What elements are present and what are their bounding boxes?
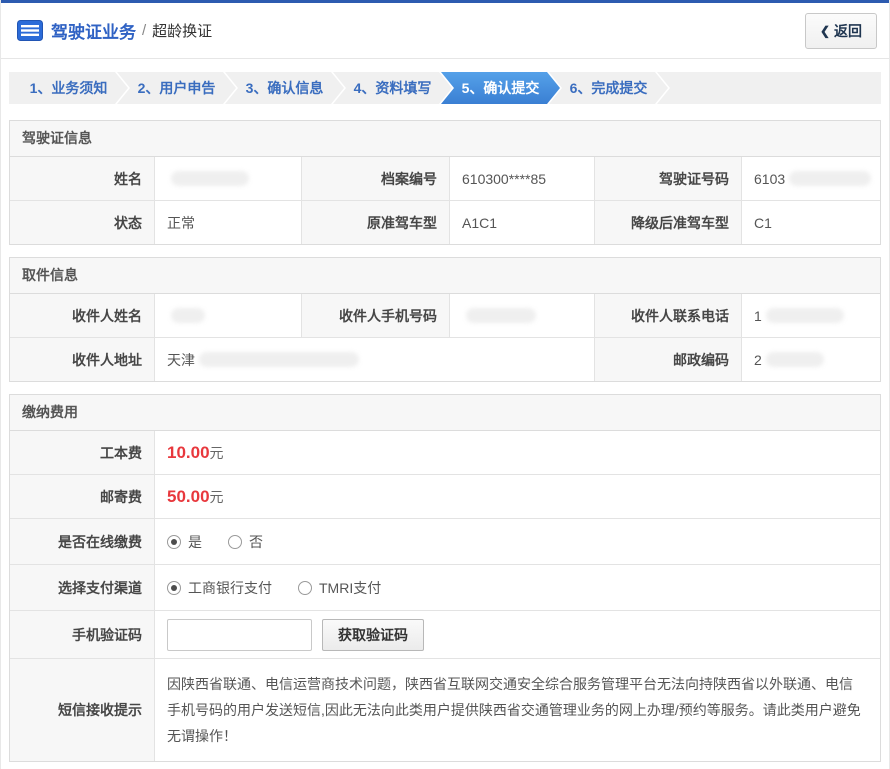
online-pay-no-option[interactable]: 否 xyxy=(228,532,263,552)
sms-code-row: 获取验证码 xyxy=(155,611,880,658)
table-row: 是否在线缴费 是 否 xyxy=(10,519,880,565)
recipient-mobile-label: 收件人手机号码 xyxy=(302,294,450,337)
step-wizard: 1、业务须知 2、用户申告 3、确认信息 4、资料填写 5、确认提交 6、完成提… xyxy=(9,72,881,104)
pickup-info-section: 取件信息 收件人姓名 收件人手机号码 收件人联系电话 1 收件人地址 天津 邮政… xyxy=(9,257,881,382)
orig-class-label: 原准驾车型 xyxy=(302,201,450,244)
radio-unchecked-icon[interactable] xyxy=(228,535,242,549)
recipient-address-label: 收件人地址 xyxy=(10,338,155,381)
online-pay-yes-label: 是 xyxy=(188,532,202,552)
downgrade-class-label: 降级后准驾车型 xyxy=(595,201,742,244)
sms-code-label: 手机验证码 xyxy=(10,611,155,658)
channel-tmri-label: TMRI支付 xyxy=(319,578,381,598)
file-no-value: 610300****85 xyxy=(450,157,595,200)
sms-notice-text: 因陕西省联通、电信运营商技术问题，陕西省互联网交通安全综合服务管理平台无法向持陕… xyxy=(155,659,880,761)
downgrade-class-value: C1 xyxy=(742,201,880,244)
card-fee-value: 10.00元 xyxy=(155,431,880,474)
redacted-value xyxy=(466,308,536,323)
table-row: 状态 正常 原准驾车型 A1C1 降级后准驾车型 C1 xyxy=(10,201,880,244)
card-fee-amount: 10.00 xyxy=(167,443,210,463)
fee-unit: 元 xyxy=(210,443,224,463)
license-menu-icon xyxy=(17,20,43,41)
license-no-value: 6103 xyxy=(742,157,880,200)
payment-section: 缴纳费用 工本费 10.00元 邮寄费 50.00元 是否在线缴费 是 否 xyxy=(9,394,881,762)
online-pay-options: 是 否 xyxy=(155,519,880,564)
recipient-name-value xyxy=(155,294,302,337)
sms-code-input[interactable] xyxy=(167,619,312,651)
step-bar-filler xyxy=(657,72,881,104)
recipient-address-value: 天津 xyxy=(155,338,595,381)
license-section-title: 驾驶证信息 xyxy=(10,121,880,157)
pay-channel-options: 工商银行支付 TMRI支付 xyxy=(155,565,880,610)
recipient-phone-value: 1 xyxy=(742,294,880,337)
back-chevron-icon: ❮ xyxy=(820,24,830,38)
status-label: 状态 xyxy=(10,201,155,244)
redacted-value xyxy=(766,352,824,367)
channel-icbc-option[interactable]: 工商银行支付 xyxy=(167,578,272,598)
sms-notice-label: 短信接收提示 xyxy=(10,659,155,761)
name-label: 姓名 xyxy=(10,157,155,200)
redacted-value xyxy=(766,308,844,323)
card-fee-label: 工本费 xyxy=(10,431,155,474)
channel-icbc-label: 工商银行支付 xyxy=(188,578,272,598)
channel-tmri-option[interactable]: TMRI支付 xyxy=(298,578,381,598)
pay-channel-label: 选择支付渠道 xyxy=(10,565,155,610)
orig-class-value: A1C1 xyxy=(450,201,595,244)
page-title: 驾驶证业务 xyxy=(51,18,136,43)
postage-fee-amount: 50.00 xyxy=(167,487,210,507)
page-subtitle: 超龄换证 xyxy=(152,20,212,41)
table-row: 收件人地址 天津 邮政编码 2 xyxy=(10,338,880,381)
online-pay-no-label: 否 xyxy=(249,532,263,552)
license-info-section: 驾驶证信息 姓名 档案编号 610300****85 驾驶证号码 6103 状态… xyxy=(9,120,881,245)
radio-unchecked-icon[interactable] xyxy=(298,581,312,595)
postage-fee-label: 邮寄费 xyxy=(10,475,155,518)
table-row: 选择支付渠道 工商银行支付 TMRI支付 xyxy=(10,565,880,611)
recipient-phone-label: 收件人联系电话 xyxy=(595,294,742,337)
step-6-complete-submit[interactable]: 6、完成提交 xyxy=(549,72,668,104)
online-pay-label: 是否在线缴费 xyxy=(10,519,155,564)
name-value xyxy=(155,157,302,200)
license-no-label: 驾驶证号码 xyxy=(595,157,742,200)
step-2-user-declaration[interactable]: 2、用户申告 xyxy=(117,72,236,104)
payment-section-title: 缴纳费用 xyxy=(10,395,880,431)
step-5-confirm-submit[interactable]: 5、确认提交 xyxy=(441,72,560,104)
table-row: 工本费 10.00元 xyxy=(10,431,880,475)
radio-checked-icon[interactable] xyxy=(167,535,181,549)
table-row: 邮寄费 50.00元 xyxy=(10,475,880,519)
redacted-value xyxy=(171,308,205,323)
table-row: 手机验证码 获取验证码 xyxy=(10,611,880,659)
header-bar: 驾驶证业务 / 超龄换证 ❮ 返回 xyxy=(1,3,889,59)
radio-checked-icon[interactable] xyxy=(167,581,181,595)
breadcrumb-separator: / xyxy=(142,22,146,39)
online-pay-yes-option[interactable]: 是 xyxy=(167,532,202,552)
redacted-value xyxy=(789,171,871,186)
postal-code-label: 邮政编码 xyxy=(595,338,742,381)
back-button-label: 返回 xyxy=(834,21,862,41)
pickup-section-title: 取件信息 xyxy=(10,258,880,294)
postal-code-value: 2 xyxy=(742,338,880,381)
back-button[interactable]: ❮ 返回 xyxy=(805,13,877,49)
step-1-business-notice[interactable]: 1、业务须知 xyxy=(9,72,128,104)
redacted-value xyxy=(171,171,249,186)
table-row: 短信接收提示 因陕西省联通、电信运营商技术问题，陕西省互联网交通安全综合服务管理… xyxy=(10,659,880,761)
table-row: 收件人姓名 收件人手机号码 收件人联系电话 1 xyxy=(10,294,880,338)
page: 驾驶证业务 / 超龄换证 ❮ 返回 1、业务须知 2、用户申告 3、确认信息 4… xyxy=(0,0,890,769)
redacted-value xyxy=(199,352,359,367)
status-value: 正常 xyxy=(155,201,302,244)
file-no-label: 档案编号 xyxy=(302,157,450,200)
fee-unit: 元 xyxy=(210,487,224,507)
table-row: 姓名 档案编号 610300****85 驾驶证号码 6103 xyxy=(10,157,880,201)
postage-fee-value: 50.00元 xyxy=(155,475,880,518)
get-code-button[interactable]: 获取验证码 xyxy=(322,619,424,651)
step-4-fill-materials[interactable]: 4、资料填写 xyxy=(333,72,452,104)
step-3-confirm-info[interactable]: 3、确认信息 xyxy=(225,72,344,104)
recipient-mobile-value xyxy=(450,294,595,337)
recipient-name-label: 收件人姓名 xyxy=(10,294,155,337)
